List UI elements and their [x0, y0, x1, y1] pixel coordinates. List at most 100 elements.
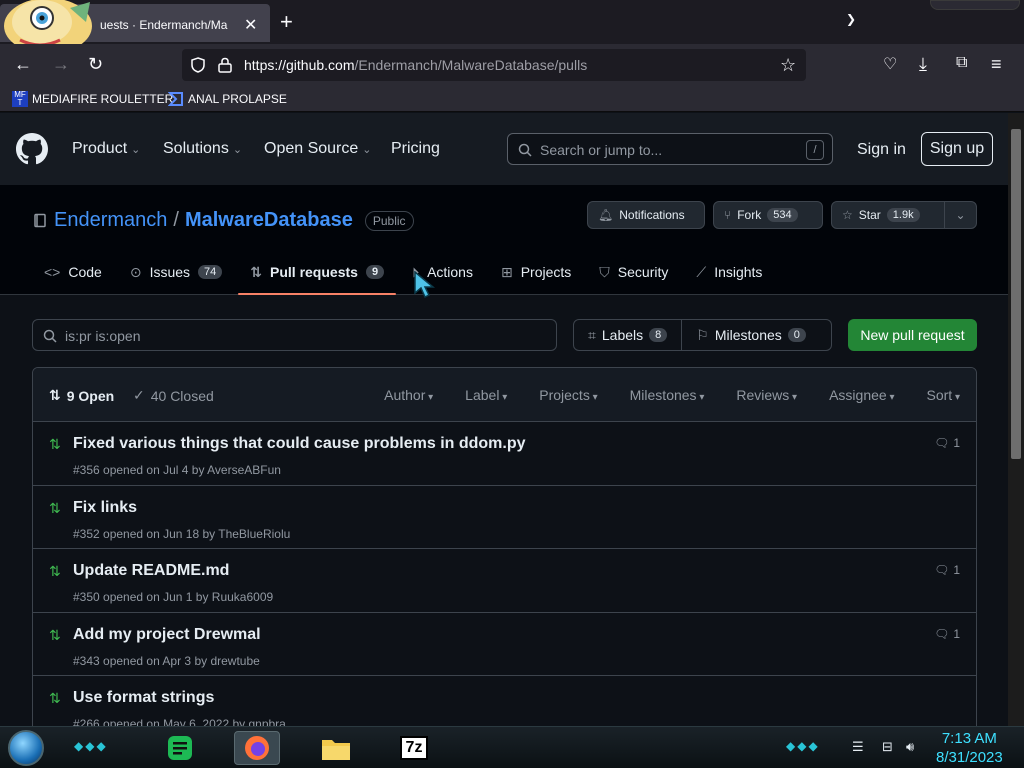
pr-title-link[interactable]: Fix links	[73, 499, 137, 517]
bookmark-mediafire[interactable]: MF T MEDIAFIRE ROULETTER	[12, 91, 173, 107]
show-hidden-icons-icon[interactable]: ☰	[852, 739, 864, 755]
assignee-filter[interactable]: Assignee	[829, 387, 894, 403]
network-icon[interactable]: ⊟	[882, 739, 893, 755]
star-button[interactable]: ☆ Star 1.9k ⌄	[831, 201, 977, 229]
tab-security[interactable]: ⛉ Security	[587, 249, 680, 295]
fork-label: Fork	[737, 208, 762, 222]
pr-title-link[interactable]: Fixed various things that could cause pr…	[73, 435, 526, 453]
menu-label: Pricing	[391, 140, 440, 157]
download-icon[interactable]: ⤓	[919, 54, 927, 75]
clock-date: 8/31/2023	[936, 749, 1003, 766]
table-icon: ⊞	[500, 263, 513, 280]
lock-icon[interactable]	[218, 57, 232, 73]
hamburger-menu-icon[interactable]: ≡	[991, 54, 1002, 75]
fork-button[interactable]: ⑂ Fork 534	[713, 201, 823, 229]
comment-icon: 🗨︎	[934, 436, 950, 450]
new-pull-request-button[interactable]: New pull request	[848, 319, 977, 351]
new-tab-icon[interactable]: +	[280, 9, 293, 35]
search-input[interactable]: Search or jump to... /	[507, 133, 833, 165]
taskbar-app-firefox[interactable]	[234, 731, 280, 765]
repo-owner-link[interactable]: Endermanch	[54, 209, 167, 232]
bookmark-sigma-icon	[168, 92, 183, 106]
sort-filter[interactable]: Sort	[927, 387, 961, 403]
page-scrollbar[interactable]	[1008, 113, 1024, 726]
milestones-filter[interactable]: Milestones	[630, 387, 705, 403]
tab-title: uests · Endermanch/Ma	[100, 18, 228, 32]
window-controls[interactable]	[930, 0, 1020, 10]
taskbar-app-notes[interactable]	[157, 731, 203, 765]
chevron-down-icon: ⌄	[131, 143, 141, 156]
open-filter[interactable]: ⇅ 9 Open	[49, 387, 114, 404]
sign-in-link[interactable]: Sign in	[857, 141, 906, 159]
folder-icon	[322, 740, 350, 760]
forward-arrow-icon[interactable]: →	[52, 54, 70, 75]
pr-comments-link[interactable]: 🗨︎ 1	[934, 563, 960, 577]
bell-icon: 🔔︎	[598, 208, 614, 222]
search-shortcut-key: /	[806, 140, 824, 160]
github-logo-icon[interactable]	[16, 133, 48, 165]
clock-time: 7:13 AM	[941, 730, 997, 747]
back-arrow-icon[interactable]: ←	[14, 54, 32, 75]
url-text: https://github.com/Endermanch/MalwareDat…	[244, 57, 587, 73]
milestone-icon: ⚐	[696, 326, 709, 343]
tab-issues[interactable]: ⊙ Issues 74	[118, 249, 234, 295]
pr-title-link[interactable]: Use format strings	[73, 689, 214, 707]
reload-icon[interactable]: ↻	[88, 54, 103, 75]
pull-request-open-icon: ⇅	[49, 690, 61, 706]
sign-up-button[interactable]: Sign up	[921, 132, 993, 166]
tracking-shield-icon[interactable]	[190, 57, 206, 73]
pr-title-link[interactable]: Add my project Drewmal	[73, 626, 261, 644]
browser-nav-bar: ← → ↻ https://github.com/Endermanch/Malw…	[0, 44, 1024, 86]
issues-count: 74	[198, 265, 223, 279]
tab-actions[interactable]: ⏵Actions	[400, 249, 485, 295]
pr-meta: #266 opened on May 6, 2022 by gnpbra	[73, 717, 286, 726]
scrollbar-thumb[interactable]	[1011, 129, 1021, 459]
taskbar-app-7zip[interactable]: 7z	[391, 731, 437, 765]
notifications-button[interactable]: 🔔︎ Notifications	[587, 201, 705, 229]
tab-projects[interactable]: ⊞ Projects	[489, 249, 583, 295]
taskbar-clock[interactable]: 7:13 AM 8/31/2023	[936, 729, 1003, 767]
author-filter[interactable]: Author	[384, 387, 433, 403]
pr-comments-link[interactable]: 🗨︎ 1	[934, 627, 960, 641]
tab-pull-requests[interactable]: ⇅ Pull requests 9	[238, 249, 396, 295]
repo-icon	[34, 213, 46, 227]
label-filter[interactable]: Label	[465, 387, 507, 403]
repo-tabs: <> Code ⊙ Issues 74 ⇅ Pull requests 9 ⏵Action…	[32, 249, 778, 295]
fork-count: 534	[767, 208, 798, 222]
start-button[interactable]	[8, 730, 44, 766]
labels-button[interactable]: ⌗ Labels 8	[574, 320, 681, 350]
menu-pricing[interactable]: Pricing	[391, 140, 440, 158]
bookmark-star-icon[interactable]: ☆	[780, 55, 796, 76]
pr-meta: #356 opened on Jul 4 by AverseABFun	[73, 463, 281, 477]
url-path: /Endermanch/MalwareDatabase/pulls	[354, 57, 588, 73]
mediafire-icon: MF T	[12, 91, 28, 107]
projects-filter[interactable]: Projects	[539, 387, 597, 403]
extensions-icon[interactable]: ⧉	[956, 54, 967, 72]
pull-request-icon: ⇅	[250, 263, 263, 280]
url-bar[interactable]: https://github.com/Endermanch/MalwareDat…	[182, 49, 806, 81]
milestones-button[interactable]: ⚐ Milestones 0	[681, 320, 820, 350]
pocket-icon[interactable]: ♡	[883, 54, 897, 74]
taskbar-app-explorer[interactable]	[313, 731, 359, 765]
filter-input[interactable]: is:pr is:open	[32, 319, 557, 351]
decoration-icon: ◆◆◆	[786, 739, 820, 753]
menu-product[interactable]: Product ⌄	[72, 140, 140, 158]
menu-open-source[interactable]: Open Source ⌄	[264, 140, 372, 158]
star-dropdown-chevron-icon[interactable]: ⌄	[944, 202, 976, 228]
list-all-tabs-icon[interactable]: ❯	[846, 12, 856, 26]
close-tab-icon[interactable]: ✕	[244, 15, 257, 35]
bookmark-label: ANAL PROLAPSE	[188, 92, 287, 106]
tab-label: Issues	[149, 264, 191, 280]
bookmark-second[interactable]: ANAL PROLAPSE	[168, 91, 287, 107]
tab-code[interactable]: <> Code	[32, 249, 114, 295]
menu-solutions[interactable]: Solutions ⌄	[163, 140, 242, 158]
tab-insights[interactable]: ⟋ Insights	[684, 249, 774, 295]
repo-name-link[interactable]: MalwareDatabase	[185, 209, 353, 232]
mouse-cursor-icon	[414, 271, 436, 299]
volume-icon[interactable]: 🔊︎	[906, 739, 914, 755]
pull-request-open-icon: ⇅	[49, 563, 61, 579]
closed-filter[interactable]: ✓ 40 Closed	[133, 387, 214, 404]
pr-comments-link[interactable]: 🗨︎ 1	[934, 436, 960, 450]
reviews-filter[interactable]: Reviews	[736, 387, 797, 403]
pr-title-link[interactable]: Update README.md	[73, 562, 229, 580]
